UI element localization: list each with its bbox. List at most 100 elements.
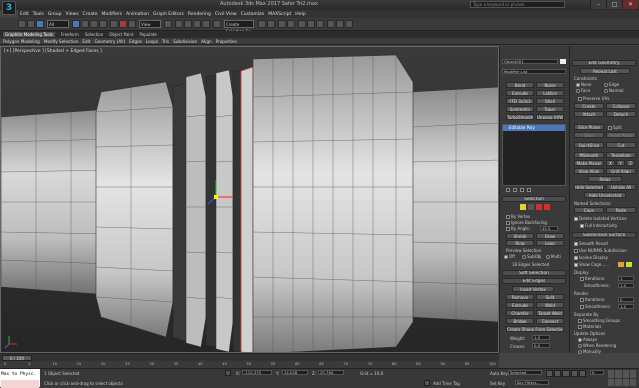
smoothing-groups-option[interactable]: Smoothing Groups [578,318,620,323]
viewport-label[interactable]: [+] [Perspective ] [Shaded + Edged Faces… [4,49,102,54]
make-unique-icon[interactable] [520,188,524,192]
select-object-icon[interactable] [72,20,80,28]
noise-button[interactable]: Noise [536,82,564,88]
maxscript-output[interactable] [1,380,39,388]
ffd-button[interactable]: FFD 3x3x3 [506,98,534,104]
make-planar-button[interactable]: Make Planar [574,160,604,166]
preserve-uvs-option[interactable]: Preserve UVs [578,96,609,101]
copy-button[interactable]: Copy [574,207,604,213]
scale-icon[interactable] [128,20,136,28]
unwrap-uvw-button[interactable]: Unwrap UVW [536,114,564,120]
minimize-button[interactable]: – [590,0,606,9]
move-icon[interactable] [110,20,118,28]
view-align-button[interactable]: View Align [574,168,604,174]
edit-geometry-header[interactable]: Edit Geometry [572,60,636,66]
split-edge-button[interactable]: Split [536,294,564,300]
lattice-button[interactable]: Lattice [536,90,564,96]
loop-button[interactable]: Loop [536,240,564,246]
rotate-icon[interactable] [119,20,127,28]
lock-selection-icon[interactable] [225,370,231,376]
maxscript-text[interactable]: Max to Physc. [1,372,36,377]
use-nurms-option[interactable]: Use NURMS Subdivision [574,248,627,253]
ignore-backfacing-option[interactable]: Ignore Backfacing [506,220,547,225]
reference-coord-select[interactable]: View [139,20,161,28]
auto-key-button[interactable]: Auto Key [490,371,508,376]
panel-properties[interactable]: Properties [216,39,237,44]
link-icon[interactable] [36,20,44,28]
panel-geometry-all[interactable]: Geometry (All) [94,39,125,44]
constraint-normal[interactable]: Normal [604,88,623,93]
remove-button[interactable]: Remove [506,294,534,300]
vertex-mode-icon[interactable] [520,204,526,210]
mirror-icon[interactable] [258,20,266,28]
maxscript-listener[interactable]: Max to Physc. [0,369,40,388]
extrude-edge-button[interactable]: Extrude [506,302,534,308]
smooth-result-option[interactable]: Smooth Result [574,241,608,246]
window-crossing-icon[interactable] [99,20,107,28]
time-slider[interactable]: 0 / 100 [0,353,499,361]
app-logo-icon[interactable]: 3 [2,1,16,15]
edit-edges-header[interactable]: Edit Edges [502,278,566,284]
create-button[interactable]: Create [574,103,604,109]
tab-object-paint[interactable]: Object Paint [109,32,133,37]
crease-field[interactable]: 0.0 [532,343,550,348]
edit-named-selection-icon[interactable] [213,20,221,28]
update-always-option[interactable]: Always [578,337,597,342]
msmooth-button[interactable]: MSmooth [574,152,604,158]
panel-edit[interactable]: Edit [82,39,90,44]
panel-polygon-modeling[interactable]: Polygon Modeling [3,39,40,44]
maximize-viewport-icon[interactable] [629,378,636,386]
orbit-icon[interactable] [622,378,629,386]
angle-field[interactable]: 45.0 [540,226,558,231]
slice-button[interactable]: Slice [574,132,604,138]
curve-editor-icon[interactable] [298,20,306,28]
cage-selected-color-swatch[interactable] [626,262,632,267]
soft-selection-header[interactable]: Soft Selection [502,270,566,276]
selection-rollout-header[interactable]: Selection [502,196,566,202]
render-iterations-label[interactable]: Iterations: [580,297,605,302]
shrink-button[interactable]: Shrink [506,233,534,239]
current-frame-field[interactable]: 0 [590,370,604,375]
ring-button[interactable]: Ring [506,240,534,246]
render-setup-icon[interactable] [327,20,335,28]
grid-align-button[interactable]: Grid Align [606,168,636,174]
menu-edit[interactable]: Edit [20,12,29,17]
panel-align[interactable]: Align [201,39,212,44]
go-to-start-icon[interactable] [546,370,554,377]
by-angle-option[interactable]: By Angle: [506,226,530,231]
delete-isolated-option[interactable]: Delete Isolated Vertices [574,216,626,221]
planar-z-button[interactable]: Z [626,160,635,166]
search-input[interactable]: Type a keyword or phrase [470,1,565,8]
menu-tools[interactable]: Tools [33,12,44,17]
layer-manager-icon[interactable] [278,20,286,28]
menu-views[interactable]: Views [66,12,79,17]
quickslice-button[interactable]: QuickSlice [574,142,604,148]
zoom-icon[interactable] [608,370,615,378]
ribbon-toggle-icon[interactable] [287,20,295,28]
y-coordinate-field[interactable]: 14.028 [282,370,308,375]
z-coordinate-field[interactable]: 25.784 [318,370,344,375]
perspective-viewport[interactable]: [+] [Perspective ] [Shaded + Edged Faces… [0,46,499,353]
create-shape-button[interactable]: Create Shape From Selection [506,326,564,332]
track-bar[interactable]: 0 5 10 15 20 25 30 35 40 45 50 55 60 65 70 75 80 85 90 95 10… [0,361,499,368]
border-mode-icon[interactable] [536,204,542,210]
cage-color-swatch[interactable] [618,262,624,267]
weld-button[interactable]: Weld [536,302,564,308]
panel-edges[interactable]: Edges [129,39,142,44]
named-selection-set-select[interactable]: Create Selection Se [224,20,254,34]
show-cage-option[interactable]: Show Cage...... [574,262,609,267]
update-manually-option[interactable]: Manually [578,349,601,354]
schematic-view-icon[interactable] [307,20,315,28]
menu-maxscript[interactable]: MAXScript [268,12,291,17]
play-icon[interactable] [562,370,570,377]
render-smoothness-field[interactable]: 1.0 [618,304,634,309]
add-time-tag-button[interactable]: Add Time Tag [433,381,460,386]
panel-subdivision[interactable]: Subdivision [173,39,197,44]
zoom-extents-icon[interactable] [622,370,629,378]
subdivision-surface-header[interactable]: Subdivision Surface [572,232,636,238]
detach-button[interactable]: Detach [606,111,636,117]
menu-civil-view[interactable]: Civil View [215,12,237,17]
key-filters-button[interactable]: Key Filters... [515,380,549,385]
edge-mode-icon[interactable] [528,204,534,210]
hide-unselected-button[interactable]: Hide Unselected [584,192,626,198]
